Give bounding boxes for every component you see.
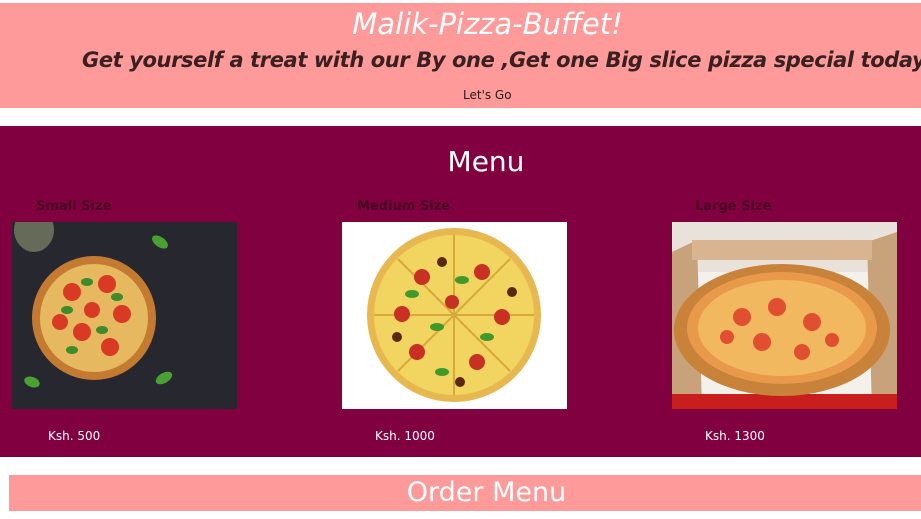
medium-price: Ksh. 1000: [375, 429, 435, 443]
medium-size-label: Medium Size: [357, 199, 451, 214]
lets-go-link[interactable]: Let's Go: [463, 87, 512, 103]
small-size-label: Small Size: [36, 199, 112, 214]
large-size-label: Large Size: [695, 199, 772, 214]
small-price: Ksh. 500: [48, 429, 101, 443]
hero-banner: Malik-Pizza-Buffet! Get yourself a treat…: [0, 3, 921, 108]
medium-pizza-image[interactable]: [342, 222, 567, 409]
menu-title: Menu: [447, 145, 525, 178]
small-pizza-image[interactable]: [12, 222, 237, 409]
order-section: Order Menu: [9, 475, 921, 511]
menu-section: Menu Small Size Ksh. 500 Medium Size Ksh…: [0, 126, 921, 457]
hero-tagline: Get yourself a treat with our By one ,Ge…: [82, 48, 921, 72]
order-menu-title: Order Menu: [406, 477, 567, 508]
large-pizza-image[interactable]: [672, 222, 897, 409]
site-title: Malik-Pizza-Buffet!: [352, 7, 623, 41]
large-price: Ksh. 1300: [705, 429, 765, 443]
